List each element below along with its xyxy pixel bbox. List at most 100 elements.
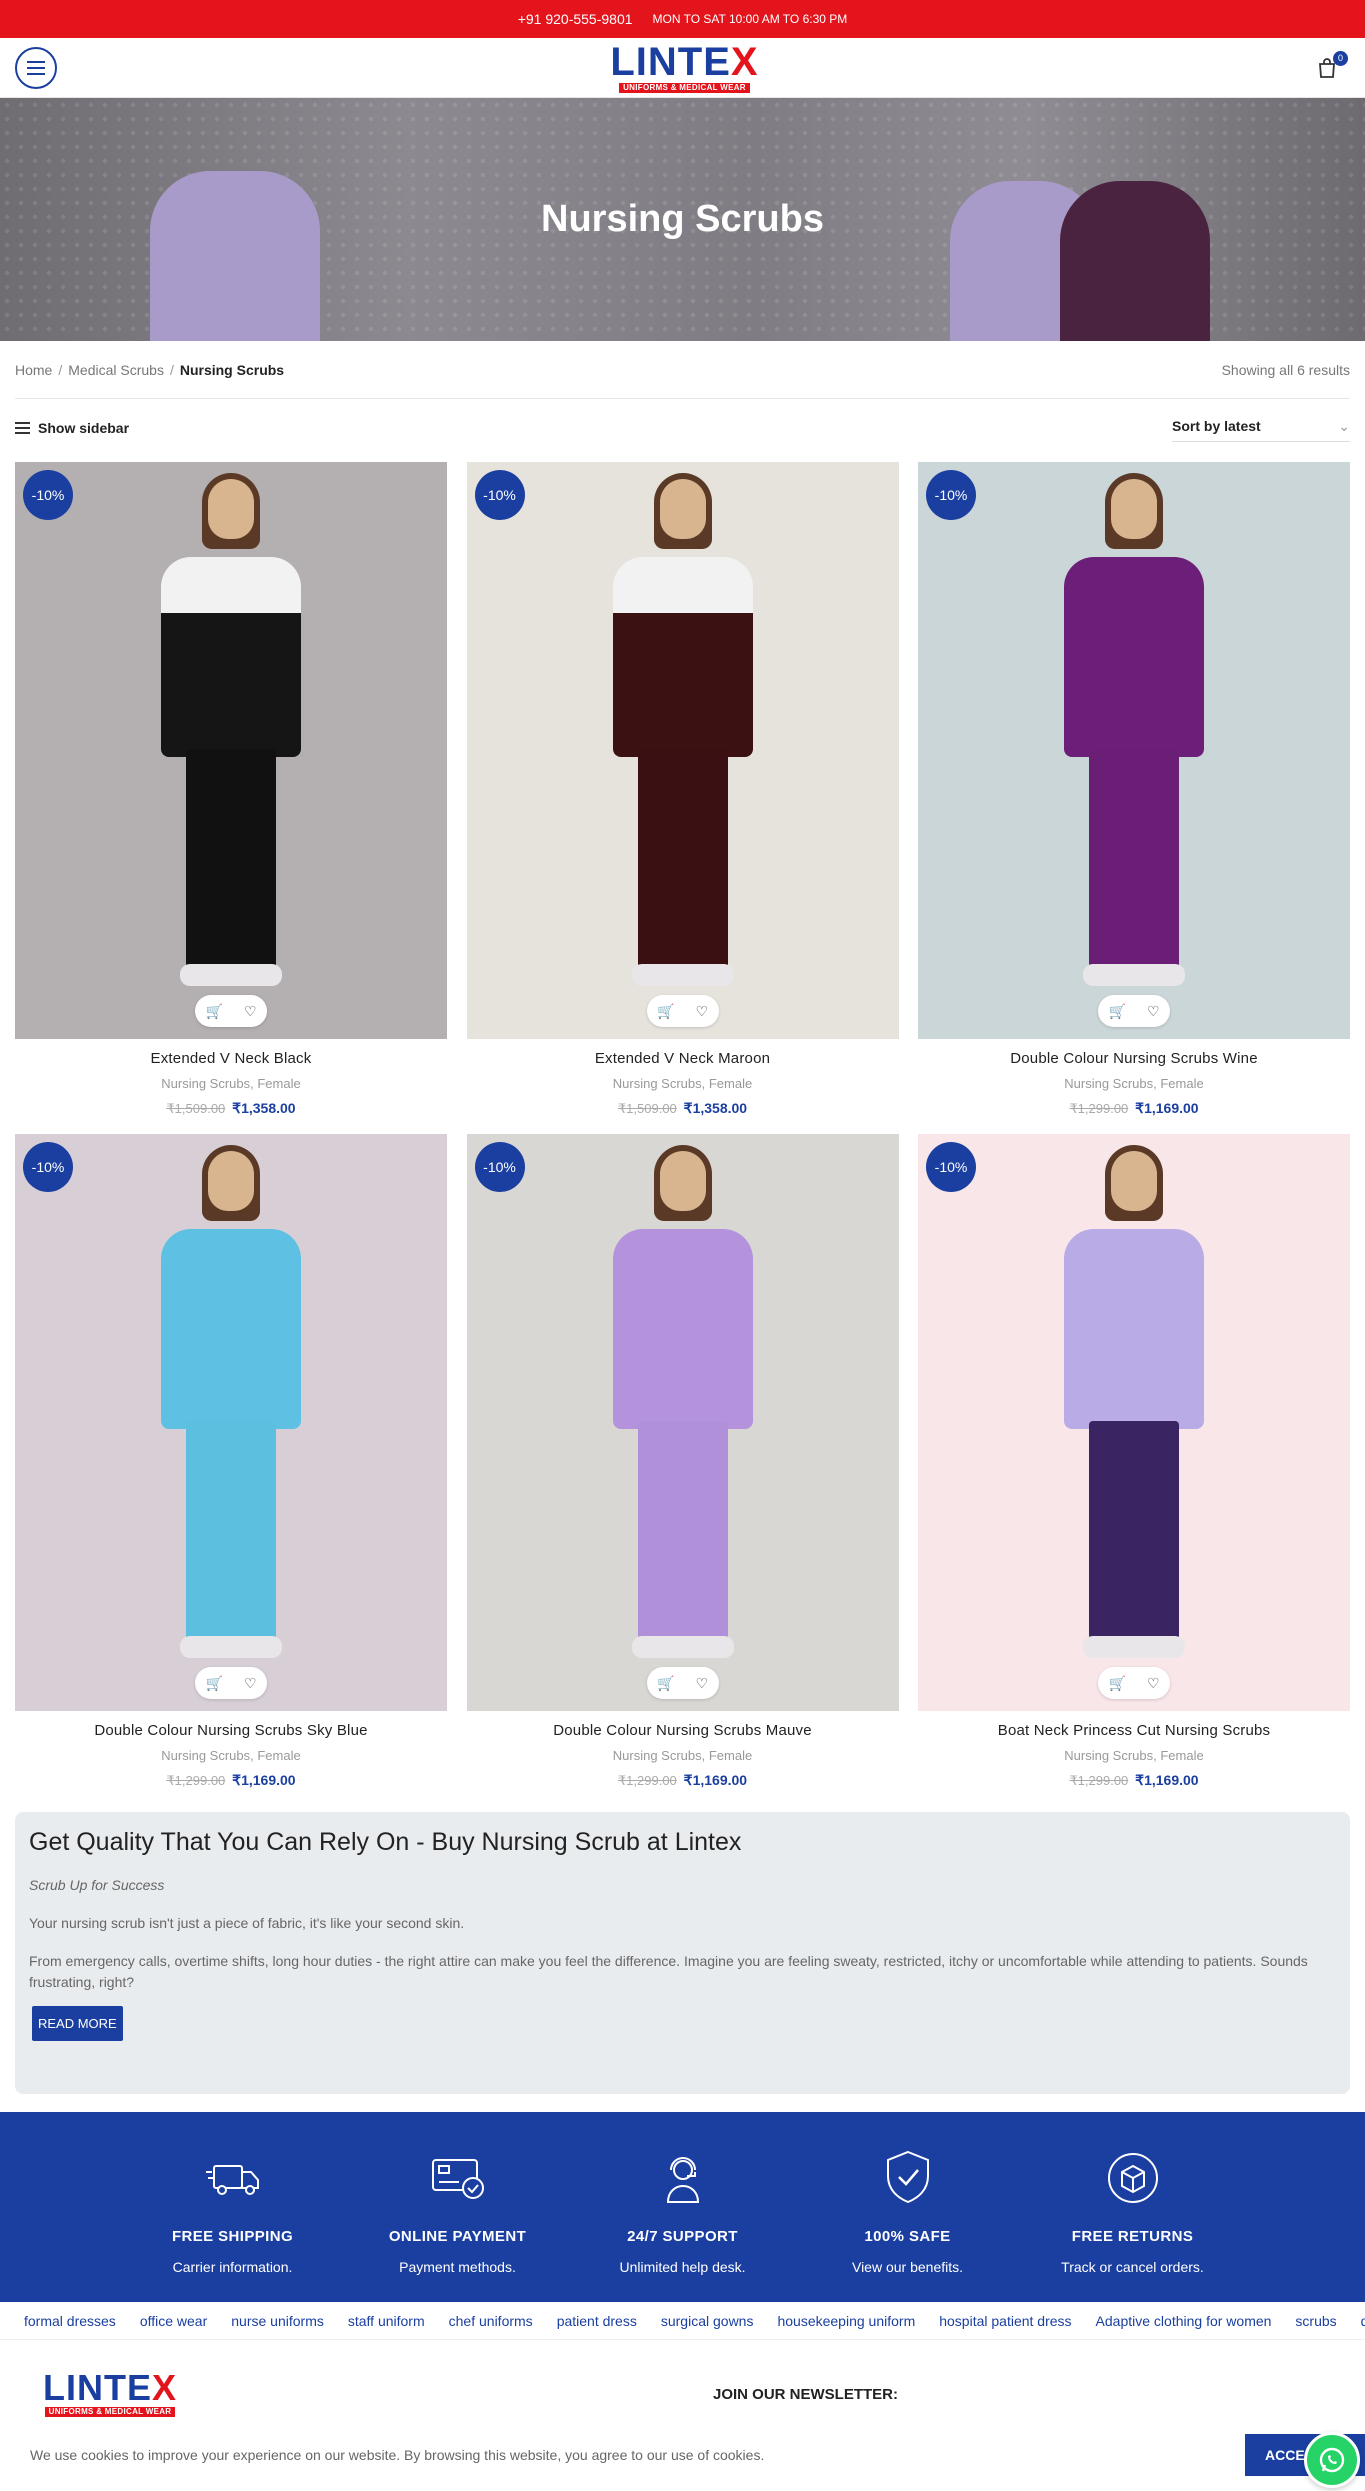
sort-select[interactable]: Sort by latest ⌄ [1172,414,1350,442]
product-name[interactable]: Double Colour Nursing Scrubs Wine [918,1050,1350,1067]
footer-logo[interactable]: LINTEX UNIFORMS & MEDICAL WEAR [43,2370,177,2417]
discount-badge: -10% [926,470,976,520]
tag-link[interactable]: doctor scrubs [1349,2313,1365,2329]
read-more-button[interactable]: READ MORE [32,2006,123,2042]
product-name[interactable]: Boat Neck Princess Cut Nursing Scrubs [918,1722,1350,1739]
wishlist-heart-icon[interactable]: ♡ [695,1003,708,1020]
feature-description: Payment methods. [399,2259,516,2275]
site-logo[interactable]: LINTEX UNIFORMS & MEDICAL WEAR [610,42,758,93]
feature-description: Unlimited help desk. [619,2259,746,2275]
return-box-icon [1102,2148,1164,2208]
tag-link[interactable]: staff uniform [336,2313,437,2329]
model-figure [588,1145,778,1671]
tag-link[interactable]: office wear [128,2313,219,2329]
product-image[interactable]: -10% 🛒 ♡ [15,462,447,1039]
product-price: ₹1,509.00 ₹1,358.00 [15,1100,447,1117]
old-price: ₹1,509.00 [166,1101,226,1116]
feature-title: 100% SAFE [864,2228,951,2245]
feature-item[interactable]: FREE RETURNS Track or cancel orders. [1020,2148,1245,2302]
feature-item[interactable]: ONLINE PAYMENT Payment methods. [345,2148,570,2302]
tag-link[interactable]: nurse uniforms [219,2313,336,2329]
product-card[interactable]: -10% 🛒 ♡ Double Colour Nursing Scrubs Sk… [15,1134,447,1792]
sale-price: ₹1,358.00 [232,1100,296,1116]
product-categories[interactable]: Nursing Scrubs, Female [918,1076,1350,1091]
product-card[interactable]: -10% 🛒 ♡ Extended V Neck Black Nursing S… [15,462,447,1120]
tag-link[interactable]: formal dresses [12,2313,128,2329]
breadcrumb-separator: / [169,361,174,378]
model-figure [588,473,778,999]
discount-badge: -10% [926,1142,976,1192]
product-card[interactable]: -10% 🛒 ♡ Extended V Neck Maroon Nursing … [466,462,899,1120]
product-categories[interactable]: Nursing Scrubs, Female [918,1748,1350,1763]
feature-item[interactable]: 100% SAFE View our benefits. [795,2148,1020,2302]
menu-button[interactable] [15,46,57,89]
feature-description: Carrier information. [172,2259,293,2275]
add-to-cart-icon[interactable]: 🛒 [657,1003,674,1020]
feature-item[interactable]: 24/7 SUPPORT Unlimited help desk. [570,2148,795,2302]
logo-tagline: UNIFORMS & MEDICAL WEAR [619,83,750,93]
footer: LINTEX UNIFORMS & MEDICAL WEAR JOIN OUR … [0,2340,1365,2440]
breadcrumb-medical-scrubs[interactable]: Medical Scrubs [68,362,164,378]
scrub-pants [186,1421,276,1641]
product-categories[interactable]: Nursing Scrubs, Female [15,1076,447,1091]
hamburger-icon [15,422,30,434]
wishlist-heart-icon[interactable]: ♡ [244,1003,257,1020]
content-paragraph: From emergency calls, overtime shifts, l… [29,1952,1308,1991]
product-categories[interactable]: Nursing Scrubs, Female [15,1748,447,1763]
breadcrumb-current: Nursing Scrubs [179,361,285,378]
add-to-cart-icon[interactable]: 🛒 [1109,1675,1126,1692]
tag-link[interactable]: housekeeping uniform [765,2313,927,2329]
product-name[interactable]: Extended V Neck Maroon [467,1050,899,1067]
wishlist-heart-icon[interactable]: ♡ [695,1675,708,1692]
tag-link[interactable]: patient dress [545,2313,649,2329]
product-name[interactable]: Extended V Neck Black [15,1050,447,1067]
product-image[interactable]: -10% 🛒 ♡ [466,1134,899,1711]
scrub-top [612,1229,753,1429]
product-card[interactable]: -10% 🛒 ♡ Double Colour Nursing Scrubs Wi… [918,462,1350,1120]
product-categories[interactable]: Nursing Scrubs, Female [467,1076,899,1091]
old-price: ₹1,299.00 [617,1773,677,1788]
show-sidebar-button[interactable]: Show sidebar [15,420,129,436]
product-card[interactable]: -10% 🛒 ♡ Boat Neck Princess Cut Nursing … [918,1134,1350,1792]
phone-number[interactable]: +91 920-555-9801 [518,11,633,27]
cart-button[interactable]: 0 [1312,50,1348,83]
scrub-top [1064,557,1204,757]
add-to-cart-icon[interactable]: 🛒 [206,1003,223,1020]
product-image[interactable]: -10% 🛒 ♡ [918,1134,1350,1711]
model-figure [136,473,326,999]
wishlist-heart-icon[interactable]: ♡ [244,1675,257,1692]
menu-line [27,60,45,63]
wishlist-heart-icon[interactable]: ♡ [1147,1675,1160,1692]
wishlist-heart-icon[interactable]: ♡ [1147,1003,1160,1020]
discount-badge: -10% [474,1142,525,1192]
payment-card-icon [427,2148,489,2208]
features-bar: FREE SHIPPING Carrier information. ONLIN… [0,2112,1365,2302]
product-name[interactable]: Double Colour Nursing Scrubs Sky Blue [15,1722,447,1739]
scrub-top [612,557,753,757]
feature-item[interactable]: FREE SHIPPING Carrier information. [120,2148,345,2302]
scrub-top [161,1229,301,1429]
product-actions: 🛒 ♡ [646,1667,719,1699]
sort-label: Sort by latest [1172,418,1261,434]
product-card[interactable]: -10% 🛒 ♡ Double Colour Nursing Scrubs Ma… [466,1134,899,1792]
sale-price: ₹1,169.00 [1135,1100,1199,1116]
product-image[interactable]: -10% 🛒 ♡ [466,462,899,1039]
add-to-cart-icon[interactable]: 🛒 [657,1675,674,1692]
breadcrumb-home[interactable]: Home [15,362,52,378]
product-price: ₹1,299.00 ₹1,169.00 [918,1100,1350,1117]
scrub-pants [637,749,728,969]
tag-link[interactable]: scrubs [1283,2313,1348,2329]
tag-link[interactable]: surgical gowns [649,2313,766,2329]
add-to-cart-icon[interactable]: 🛒 [1109,1003,1126,1020]
sale-price: ₹1,169.00 [232,1772,296,1788]
tag-link[interactable]: chef uniforms [437,2313,545,2329]
model-figure [136,1145,326,1671]
add-to-cart-icon[interactable]: 🛒 [206,1675,223,1692]
product-image[interactable]: -10% 🛒 ♡ [918,462,1350,1039]
product-image[interactable]: -10% 🛒 ♡ [15,1134,447,1711]
product-categories[interactable]: Nursing Scrubs, Female [467,1748,899,1763]
whatsapp-chat-button[interactable] [1304,2432,1360,2488]
product-name[interactable]: Double Colour Nursing Scrubs Mauve [467,1722,899,1739]
tag-link[interactable]: hospital patient dress [927,2313,1083,2329]
tag-link[interactable]: Adaptive clothing for women [1084,2313,1284,2329]
